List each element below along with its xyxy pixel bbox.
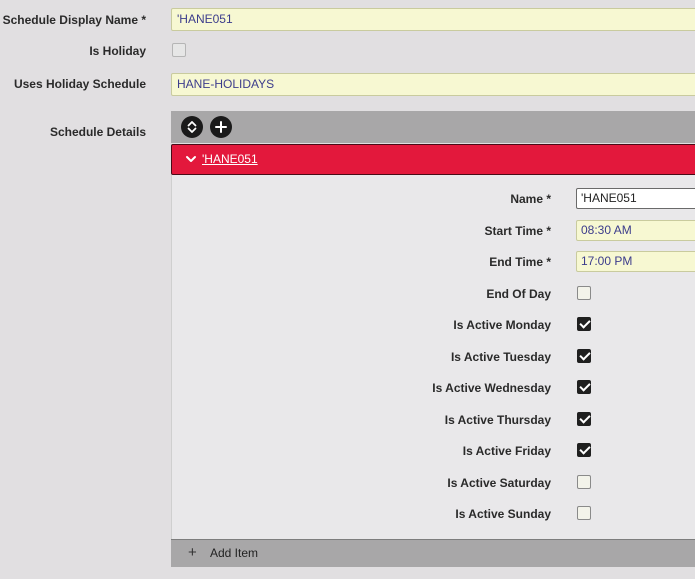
uses-holiday-schedule-field[interactable]: HANE-HOLIDAYS bbox=[171, 73, 695, 96]
end-of-day-label: End Of Day bbox=[486, 287, 551, 301]
add-item-button[interactable]: Add Item bbox=[210, 546, 258, 560]
is-active-monday-label: Is Active Monday bbox=[453, 318, 551, 332]
is-holiday-checkbox[interactable] bbox=[172, 43, 186, 57]
schedule-display-name-label: Schedule Display Name * bbox=[2, 13, 146, 27]
item-name-field[interactable]: 'HANE051 bbox=[576, 188, 695, 209]
is-active-tuesday-checkbox[interactable] bbox=[577, 349, 591, 363]
is-active-monday-checkbox[interactable] bbox=[577, 317, 591, 331]
is-active-thursday-label: Is Active Thursday bbox=[444, 413, 551, 427]
end-of-day-checkbox[interactable] bbox=[577, 286, 591, 300]
add-item-bar[interactable]: + Add Item bbox=[171, 539, 695, 567]
chevron-up-down-icon bbox=[187, 121, 197, 133]
chevron-down-icon[interactable] bbox=[184, 152, 198, 166]
reorder-button[interactable] bbox=[181, 116, 203, 138]
is-active-wednesday-checkbox[interactable] bbox=[577, 380, 591, 394]
add-detail-button[interactable] bbox=[210, 116, 232, 138]
start-time-label: Start Time * bbox=[484, 224, 551, 238]
plus-icon bbox=[215, 121, 227, 133]
is-active-saturday-label: Is Active Saturday bbox=[447, 476, 551, 490]
schedule-detail-item-title[interactable]: 'HANE051 bbox=[202, 152, 258, 166]
uses-holiday-schedule-label: Uses Holiday Schedule bbox=[13, 77, 146, 91]
schedule-details-toolbar bbox=[171, 111, 695, 143]
is-active-tuesday-label: Is Active Tuesday bbox=[450, 350, 551, 364]
end-time-field[interactable]: 17:00 PM bbox=[576, 251, 695, 272]
is-active-sunday-label: Is Active Sunday bbox=[455, 507, 551, 521]
is-active-friday-label: Is Active Friday bbox=[462, 444, 551, 458]
item-name-label: Name * bbox=[510, 192, 551, 206]
end-time-label: End Time * bbox=[489, 255, 551, 269]
plus-icon: + bbox=[188, 544, 197, 561]
is-active-saturday-checkbox[interactable] bbox=[577, 475, 591, 489]
start-time-field[interactable]: 08:30 AM bbox=[576, 220, 695, 241]
is-active-thursday-checkbox[interactable] bbox=[577, 412, 591, 426]
is-active-friday-checkbox[interactable] bbox=[577, 443, 591, 457]
schedule-display-name-field[interactable]: 'HANE051 bbox=[171, 8, 695, 31]
is-active-wednesday-label: Is Active Wednesday bbox=[432, 381, 551, 395]
schedule-detail-item-header[interactable]: 'HANE051 bbox=[171, 144, 695, 175]
schedule-details-label: Schedule Details bbox=[49, 125, 146, 139]
is-holiday-label: Is Holiday bbox=[89, 44, 146, 58]
is-active-sunday-checkbox[interactable] bbox=[577, 506, 591, 520]
